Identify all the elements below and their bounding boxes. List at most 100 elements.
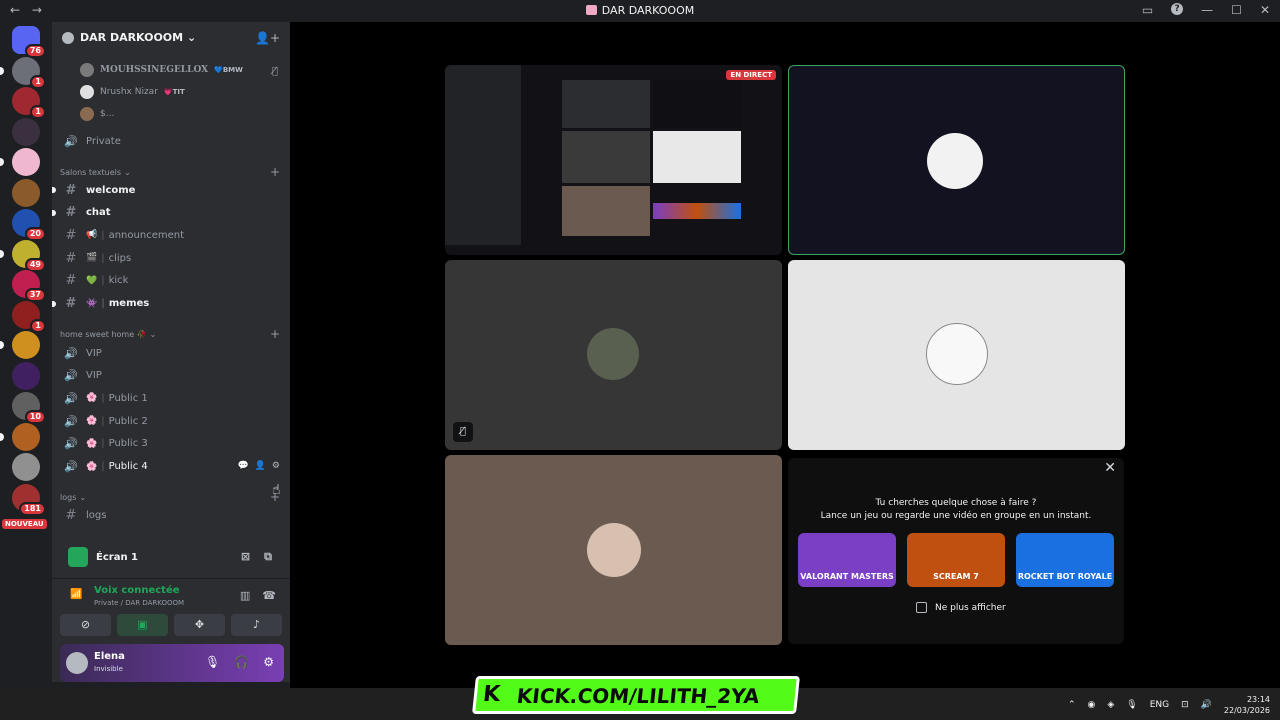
add-channel-icon[interactable]: + (270, 165, 280, 179)
separator: | (101, 415, 105, 427)
guild-header[interactable]: DAR DARKOOOM ⌄ 👤+ (52, 22, 290, 54)
server-icon[interactable]: 1 (12, 87, 46, 119)
category-logs[interactable]: logs ⌄ + (60, 489, 284, 505)
stream-preview-tile (562, 80, 650, 128)
discord-tray-icon[interactable]: ◈ (1107, 700, 1114, 710)
category-text-channels[interactable]: Salons textuels ⌄ + (60, 164, 284, 180)
signal-icon: 📶 (70, 589, 83, 600)
server-icon[interactable] (12, 361, 40, 390)
server-icon[interactable] (12, 117, 40, 146)
microphone-icon[interactable]: 🎙 (1126, 700, 1137, 710)
video-tile[interactable] (788, 65, 1125, 255)
server-icon[interactable]: 181 (12, 483, 46, 516)
activity-suggestion-panel: ✕ Tu cherches quelque chose à faire ? La… (788, 458, 1124, 644)
voice-channel-vip[interactable]: 🔊 VIP (60, 342, 284, 364)
text-channel-logs[interactable]: # logs (60, 504, 284, 526)
user-name[interactable]: Elena (94, 651, 125, 662)
video-tile[interactable] (445, 455, 782, 645)
category-home-sweet-home[interactable]: home sweet home 🥀 ⌄ + (60, 326, 284, 342)
voice-connected-label[interactable]: Voix connectée (94, 585, 180, 596)
text-channel-announcement[interactable]: # 📢 | announcement (60, 224, 284, 246)
voice-user-name: Nrushx Nizar (100, 87, 158, 97)
popout-icon[interactable]: ⧉ (264, 550, 272, 564)
text-channel-welcome[interactable]: # welcome (52, 179, 284, 201)
stream-tile[interactable]: EN DIRECT (445, 65, 782, 255)
invite-icon[interactable]: 👤 (255, 461, 266, 471)
muted-icon: 🎙̸ (271, 66, 278, 77)
clock[interactable]: 23:14 22/03/2026 (1224, 694, 1270, 716)
unread-indicator (0, 158, 4, 166)
voice-user[interactable]: Nrushx Nizar 💗TIT (80, 82, 185, 102)
language-indicator[interactable]: ENG (1150, 700, 1169, 710)
microphone-icon[interactable]: 🎙 (205, 655, 220, 669)
user-controls: 🎙 🎧 ⚙ (205, 655, 274, 669)
network-icon[interactable]: ⊡ (1181, 700, 1189, 710)
camera-off-button[interactable]: ⊘ (60, 614, 111, 636)
activity-card-rocket-bot[interactable]: ROCKET BOT ROYALE (1016, 533, 1114, 587)
stream-preview-tile (653, 80, 741, 128)
activity-card-valorant[interactable]: VALORANT MASTERS (798, 533, 896, 587)
voice-channel-public-3[interactable]: 🔊 🌸 | Public 3 (60, 433, 284, 455)
noise-suppression-icon[interactable]: ▥ (240, 589, 250, 602)
server-icon[interactable]: 37 (12, 270, 46, 302)
hash-icon: # (65, 296, 77, 311)
minimize-button[interactable]: — (1201, 3, 1213, 17)
text-channel-kick[interactable]: # 💚 | kick (60, 270, 284, 292)
text-channel-clips[interactable]: # 🎬 | clips (60, 247, 284, 269)
gear-icon[interactable]: ⚙ (272, 461, 280, 471)
chat-icon[interactable]: 💬 (237, 461, 248, 471)
activities-button[interactable]: ✥ (174, 614, 225, 636)
voice-user[interactable]: $... (80, 104, 114, 124)
add-channel-icon[interactable]: + (270, 327, 280, 341)
speaker-icon: 🔊 (64, 369, 78, 383)
server-icon[interactable] (0, 422, 40, 451)
server-icon[interactable]: 1 (0, 56, 46, 89)
server-icon[interactable]: 76 (12, 26, 46, 58)
help-icon[interactable]: ? (1171, 3, 1184, 15)
screen-preview[interactable] (68, 547, 88, 567)
speaker-icon: 🔊 (64, 391, 78, 405)
voice-channel-public-2[interactable]: 🔊 🌸 | Public 2 (60, 410, 284, 432)
voice-location[interactable]: Private / DAR DARKOOOM (94, 599, 184, 607)
inbox-icon[interactable]: ▭ (1142, 3, 1153, 17)
server-icon[interactable]: 49 (0, 239, 46, 272)
voice-channel-public-1[interactable]: 🔊 🌸 | Public 1 (60, 387, 284, 409)
maximize-button[interactable]: ☐ (1231, 3, 1242, 17)
text-channel-memes[interactable]: # 👾 | memes (52, 293, 284, 315)
channel-emoji: 🌸 (86, 438, 98, 449)
server-icon[interactable] (0, 148, 40, 176)
server-icon[interactable] (0, 331, 40, 359)
video-tile[interactable] (788, 260, 1125, 450)
soundboard-button[interactable]: ♪ (231, 614, 282, 636)
close-button[interactable]: ✕ (1260, 3, 1270, 17)
channel-name: chat (86, 207, 111, 219)
disconnect-icon[interactable]: ☎ (262, 589, 276, 602)
invite-icon[interactable]: 👤+ (255, 31, 280, 45)
checkbox-icon[interactable] (916, 602, 927, 613)
server-icon[interactable] (12, 178, 40, 207)
video-tile[interactable]: 🎙̸ (445, 260, 782, 450)
close-icon[interactable]: ✕ (1104, 460, 1116, 476)
server-icon[interactable] (12, 453, 40, 481)
screen-share-button[interactable]: ▣ (117, 614, 168, 636)
mouse-cursor-icon: ☝ (272, 482, 281, 498)
activity-card-scream[interactable]: SCREAM 7 (907, 533, 1005, 587)
dont-show-again-checkbox[interactable]: Ne plus afficher (916, 602, 1006, 613)
server-icon[interactable]: 1 (12, 300, 46, 333)
text-channel-chat[interactable]: # chat (52, 202, 284, 224)
voice-channel-private[interactable]: 🔊 Private (60, 130, 284, 152)
chevron-up-icon[interactable]: ⌃ (1068, 700, 1076, 710)
server-icon[interactable]: 10 (12, 392, 46, 424)
channel-name: VIP (86, 347, 102, 359)
steam-icon[interactable]: ◉ (1088, 700, 1096, 710)
avatar[interactable] (66, 652, 88, 674)
gear-icon[interactable]: ⚙ (263, 655, 274, 669)
server-icon[interactable]: 20 (12, 209, 46, 241)
chevron-down-icon: ⌄ (79, 492, 87, 502)
voice-channel-vip[interactable]: 🔊 VIP (60, 365, 284, 387)
headphones-icon[interactable]: 🎧 (234, 655, 249, 669)
voice-user[interactable]: MOUHSSINEGELLOX 💙BMW (80, 60, 243, 80)
volume-icon[interactable]: 🔊 (1201, 700, 1212, 710)
guild-name: DAR DARKOOOM ⌄ (80, 31, 197, 44)
stop-share-icon[interactable]: ⊠ (241, 550, 250, 564)
